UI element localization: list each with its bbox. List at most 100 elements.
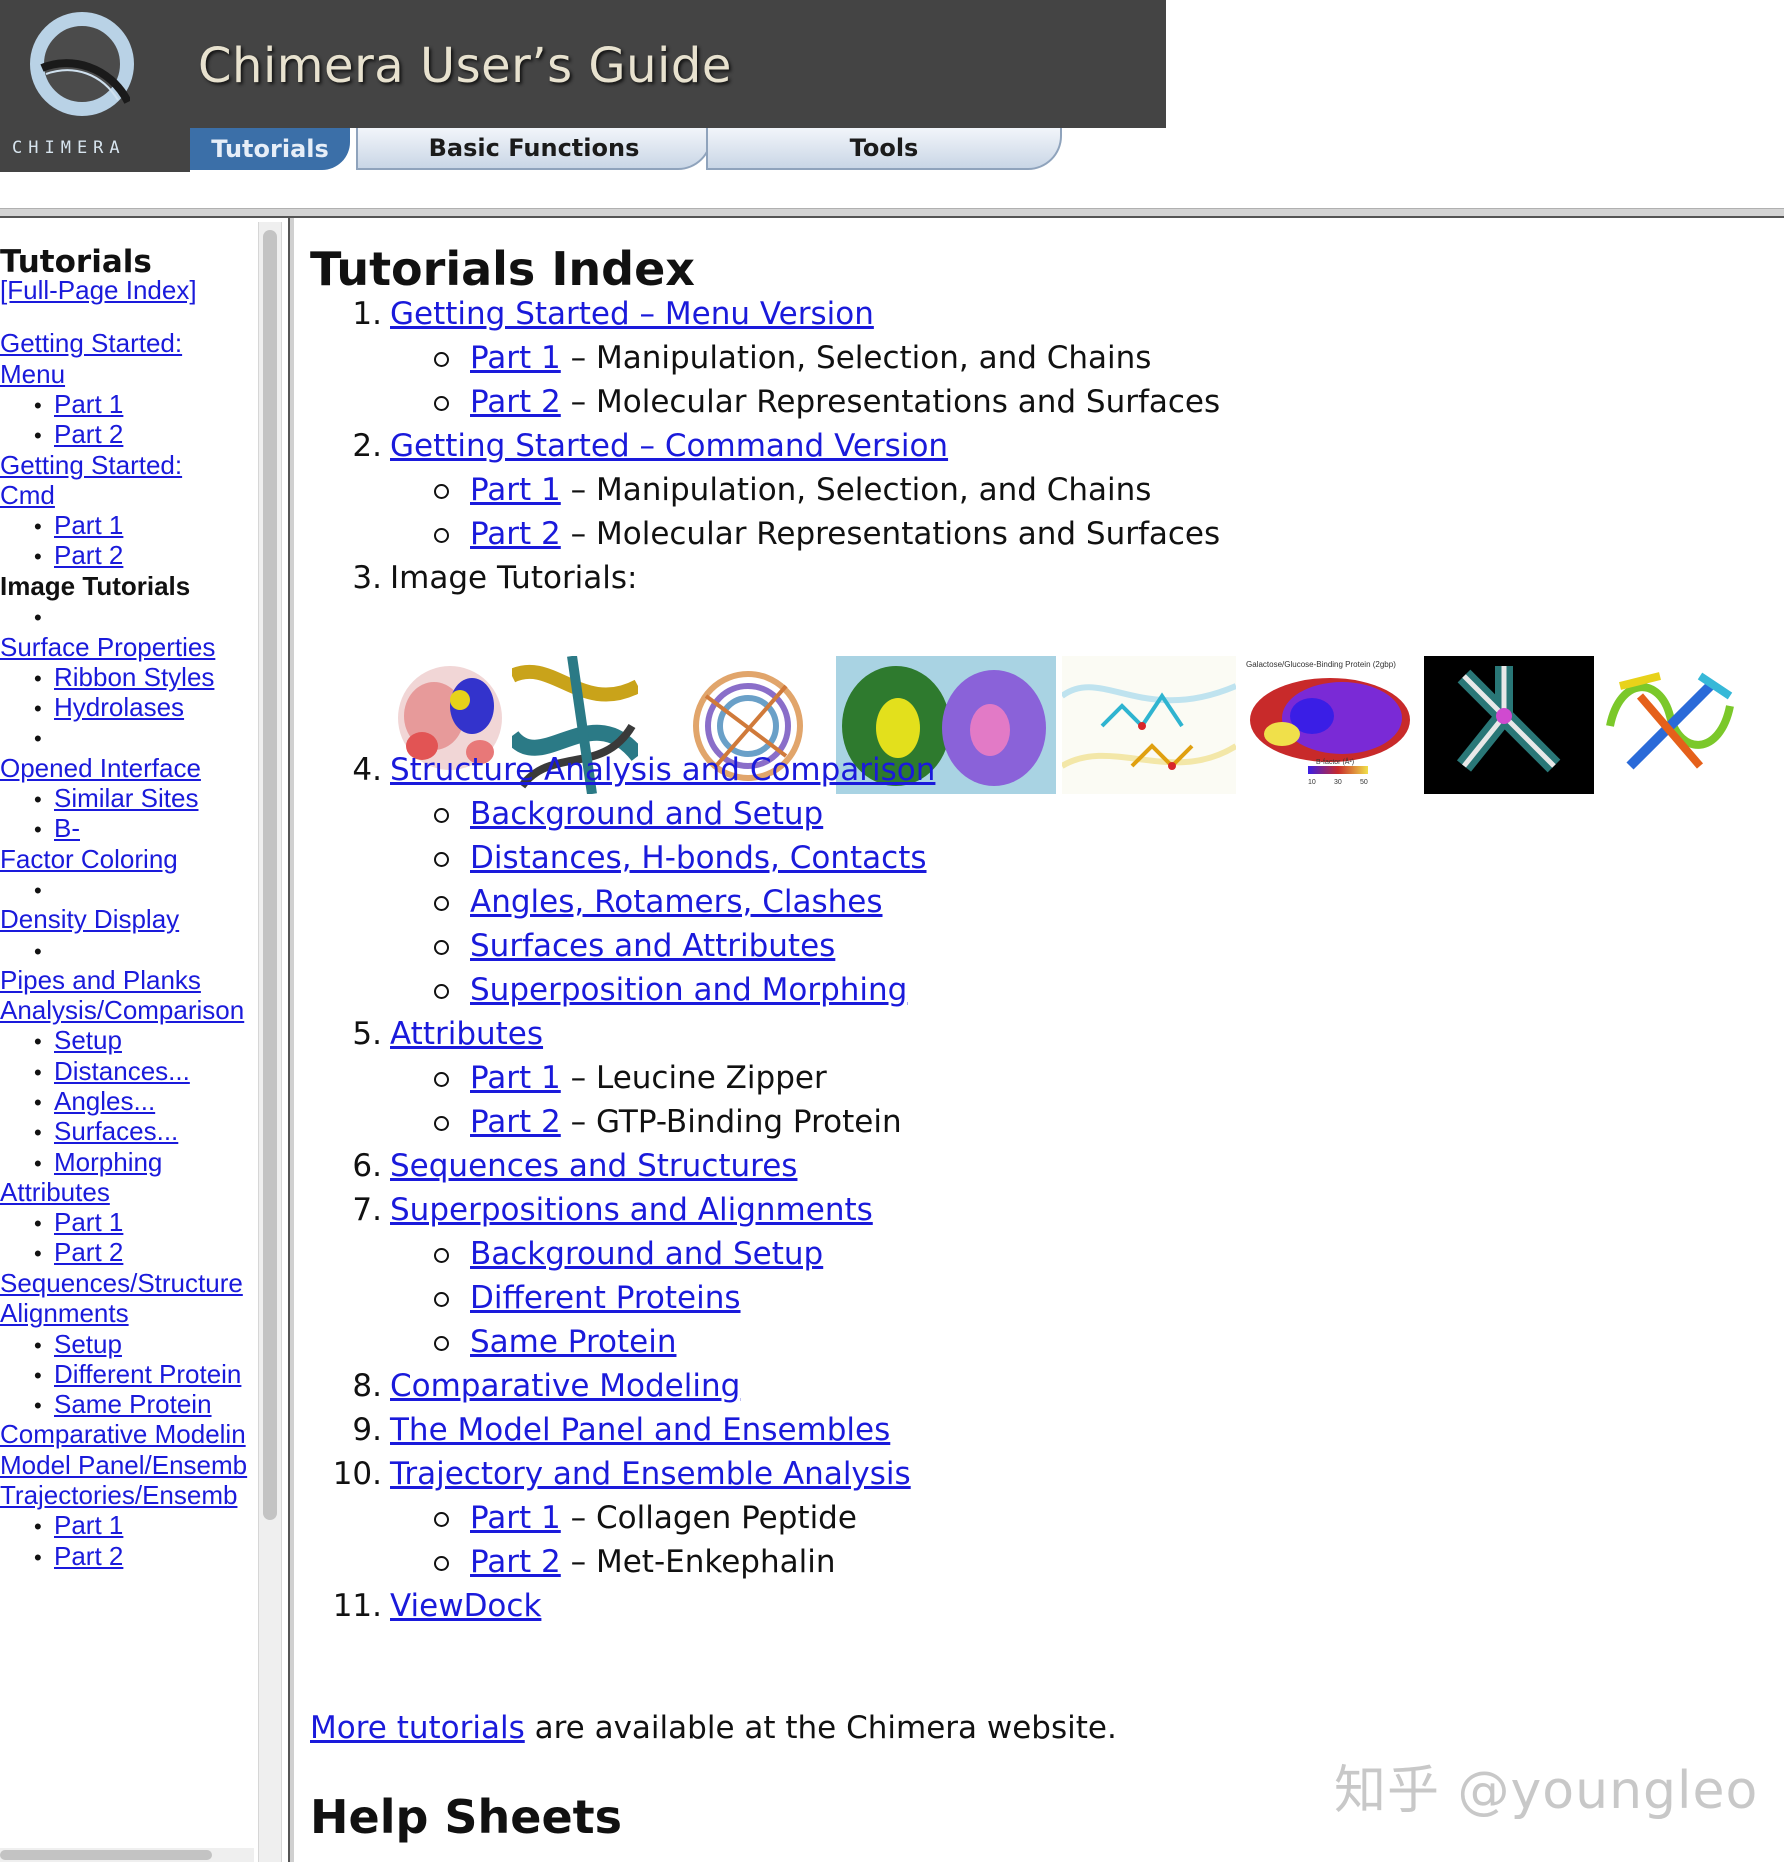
sidebar-sublink[interactable]: Part 2 bbox=[54, 1237, 123, 1267]
circle-bullet-icon bbox=[434, 1292, 449, 1307]
circle-bullet-icon bbox=[434, 528, 449, 543]
sidebar-sublink[interactable]: B- bbox=[54, 813, 80, 843]
list-number: 10. bbox=[332, 1456, 382, 1492]
sub-item-content: Distances, H-bonds, Contacts bbox=[470, 838, 927, 878]
tutorial-link[interactable]: Trajectory and Ensemble Analysis bbox=[390, 1454, 911, 1494]
sidebar-sublink[interactable]: Surfaces... bbox=[54, 1116, 178, 1146]
tutorial-link[interactable]: Sequences and Structures bbox=[390, 1146, 797, 1186]
sidebar-sublink[interactable]: Similar Sites bbox=[54, 783, 198, 813]
tutorial-link[interactable]: Structure Analysis and Comparison bbox=[390, 750, 935, 790]
tutorial-sublink[interactable]: Angles, Rotamers, Clashes bbox=[470, 884, 883, 920]
thumbnail-tick: 10 bbox=[1308, 779, 1316, 786]
tutorial-sublink[interactable]: Part 1 bbox=[470, 340, 561, 376]
tutorial-link[interactable]: Comparative Modeling bbox=[390, 1366, 740, 1406]
page-title: Tutorials Index bbox=[310, 242, 695, 296]
tutorial-sublink[interactable]: Superposition and Morphing bbox=[470, 972, 907, 1008]
sidebar-sublink[interactable]: Part 1 bbox=[54, 510, 123, 540]
sidebar-sublink[interactable]: Part 1 bbox=[54, 389, 123, 419]
sidebar-sublink[interactable]: Part 2 bbox=[54, 419, 123, 449]
sidebar-link[interactable]: Factor Coloring bbox=[0, 841, 178, 877]
more-tutorials-link[interactable]: More tutorials bbox=[310, 1710, 525, 1746]
list-number: 7. bbox=[352, 1192, 382, 1228]
sidebar-sublink[interactable]: Same Protein bbox=[54, 1389, 212, 1419]
sidebar-sublink[interactable]: Ribbon Styles bbox=[54, 662, 214, 692]
list-number: 4. bbox=[352, 752, 382, 788]
tutorial-link[interactable]: Getting Started – Menu Version bbox=[390, 294, 874, 334]
sub-item-description: – Collagen Peptide bbox=[560, 1500, 857, 1536]
tutorial-sublink[interactable]: Distances, H-bonds, Contacts bbox=[470, 840, 927, 876]
tutorial-sublink[interactable]: Part 2 bbox=[470, 384, 561, 420]
circle-bullet-icon bbox=[434, 1116, 449, 1131]
tutorial-sublink[interactable]: Background and Setup bbox=[470, 796, 823, 832]
sidebar-section-label: Image Tutorials bbox=[0, 571, 191, 601]
thumbnail-similar-sites[interactable] bbox=[1062, 656, 1236, 794]
sidebar-sublink[interactable]: Part 1 bbox=[54, 1207, 123, 1237]
tutorial-sublink[interactable]: Part 1 bbox=[470, 1060, 561, 1096]
tutorial-sublink[interactable]: Part 1 bbox=[470, 1500, 561, 1536]
tutorial-sublink[interactable]: Part 2 bbox=[470, 1104, 561, 1140]
circle-bullet-icon bbox=[434, 1512, 449, 1527]
more-tutorials-line: More tutorials are available at the Chim… bbox=[310, 1710, 1117, 1746]
frame-separator[interactable] bbox=[288, 218, 294, 1862]
tab-tutorials[interactable]: Tutorials bbox=[190, 128, 350, 170]
sidebar-subitem: • Part 2 bbox=[34, 1538, 123, 1576]
sub-item-content: Part 1 – Leucine Zipper bbox=[470, 1058, 827, 1098]
sidebar-sublink[interactable]: Part 1 bbox=[54, 1510, 123, 1540]
tutorial-link[interactable]: ViewDock bbox=[390, 1586, 541, 1626]
sidebar-link[interactable]: Density Display bbox=[0, 901, 179, 937]
sidebar-sublink[interactable]: Hydrolases bbox=[54, 692, 184, 722]
sidebar-sublink[interactable]: Part 2 bbox=[54, 540, 123, 570]
sub-item-content: Part 2 – Molecular Representations and S… bbox=[470, 382, 1220, 422]
tutorial-link[interactable]: Superpositions and Alignments bbox=[390, 1190, 873, 1230]
thumbnail-caption: B-factor (Å²) bbox=[1316, 757, 1354, 766]
thumbnail-bfactor-coloring[interactable]: Galactose/Glucose-Binding Protein (2gbp)… bbox=[1242, 656, 1420, 794]
banner-title: Chimera User’s Guide bbox=[198, 38, 732, 94]
scrollbar-thumb[interactable] bbox=[0, 1850, 212, 1860]
sub-item-content: Background and Setup bbox=[470, 1234, 823, 1274]
sub-item-content: Background and Setup bbox=[470, 794, 823, 834]
scrollbar-thumb[interactable] bbox=[263, 230, 277, 1520]
list-number: 3. bbox=[352, 560, 382, 596]
tutorial-link[interactable]: Attributes bbox=[390, 1014, 543, 1054]
tutorial-sublink[interactable]: Part 2 bbox=[470, 516, 561, 552]
list-number: 11. bbox=[332, 1588, 382, 1624]
sub-item-content: Surfaces and Attributes bbox=[470, 926, 835, 966]
tutorial-sublink[interactable]: Different Proteins bbox=[470, 1280, 741, 1316]
tab-basic-functions[interactable]: Basic Functions bbox=[356, 128, 712, 170]
sidebar-sublink[interactable]: Different Protein bbox=[54, 1359, 241, 1389]
tutorial-link[interactable]: Getting Started – Command Version bbox=[390, 426, 948, 466]
circle-bullet-icon bbox=[434, 396, 449, 411]
thumbnail-pipes-and-planks[interactable] bbox=[1600, 656, 1740, 794]
thumbnail-tick: 30 bbox=[1334, 779, 1342, 786]
thumbnail-tick: 50 bbox=[1360, 779, 1368, 786]
circle-bullet-icon bbox=[434, 984, 449, 999]
tutorial-sublink[interactable]: Part 1 bbox=[470, 472, 561, 508]
tutorial-sublink[interactable]: Part 2 bbox=[470, 1544, 561, 1580]
sidebar-sublink[interactable]: Angles... bbox=[54, 1086, 155, 1116]
logo-swoosh-icon bbox=[40, 59, 130, 104]
sub-item-description: – Leucine Zipper bbox=[560, 1060, 827, 1096]
tab-tools[interactable]: Tools bbox=[706, 128, 1062, 170]
circle-bullet-icon bbox=[434, 940, 449, 955]
sidebar-sublink[interactable]: Part 2 bbox=[54, 1541, 123, 1571]
sidebar-sublink[interactable]: Setup bbox=[54, 1025, 122, 1055]
sidebar-link[interactable]: [Full-Page Index] bbox=[0, 272, 197, 308]
watermark: 知乎 @youngleo bbox=[1334, 1761, 1759, 1821]
tutorial-sublink[interactable]: Background and Setup bbox=[470, 1236, 823, 1272]
sidebar-sublink[interactable]: Morphing bbox=[54, 1147, 162, 1177]
sidebar-sublink[interactable]: Distances... bbox=[54, 1056, 190, 1086]
list-number: 9. bbox=[352, 1412, 382, 1448]
sidebar-horizontal-scrollbar[interactable] bbox=[0, 1848, 254, 1862]
bullet-icon: • bbox=[34, 1545, 42, 1570]
sub-item-content: Part 2 – Molecular Representations and S… bbox=[470, 514, 1220, 554]
list-number: 6. bbox=[352, 1148, 382, 1184]
thumbnail-density-display[interactable] bbox=[1424, 656, 1594, 794]
sidebar-sublink[interactable]: Setup bbox=[54, 1329, 122, 1359]
sub-item-content: Different Proteins bbox=[470, 1278, 741, 1318]
tutorial-link[interactable]: The Model Panel and Ensembles bbox=[390, 1410, 890, 1450]
tutorial-sublink[interactable]: Same Protein bbox=[470, 1324, 676, 1360]
sidebar-vertical-scrollbar[interactable] bbox=[258, 222, 282, 1862]
tutorial-sublink[interactable]: Surfaces and Attributes bbox=[470, 928, 835, 964]
sub-item-content: Superposition and Morphing bbox=[470, 970, 907, 1010]
sub-item-content: Part 2 – Met-Enkephalin bbox=[470, 1542, 836, 1582]
